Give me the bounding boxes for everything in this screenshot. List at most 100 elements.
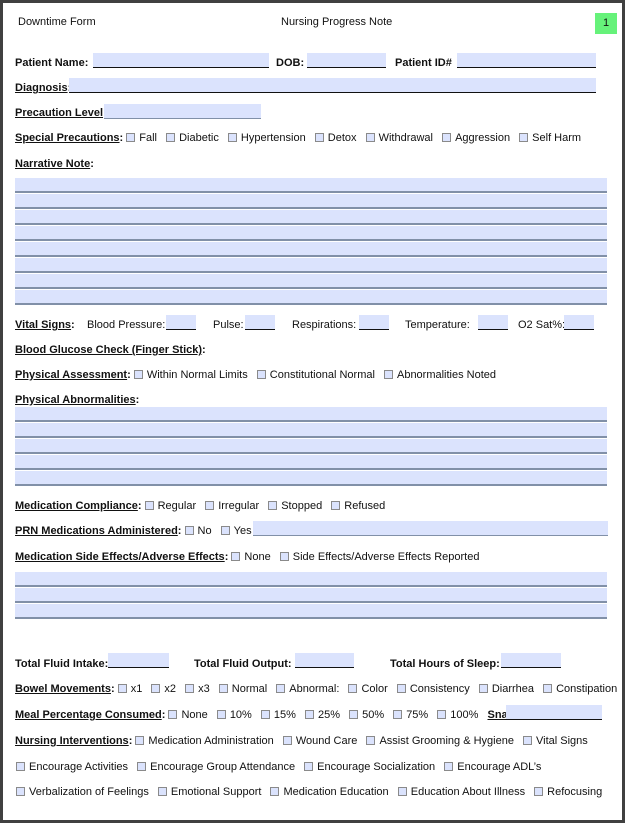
checkbox-icon[interactable] <box>396 684 406 693</box>
option-abnormal[interactable]: Abnormal: <box>276 683 339 695</box>
option-withdrawal[interactable]: Withdrawal <box>365 132 433 144</box>
option-stopped[interactable]: Stopped <box>268 500 322 512</box>
option-meal-100[interactable]: 100% <box>437 709 478 721</box>
side-effects-line-3[interactable] <box>15 604 607 619</box>
option-refocusing[interactable]: Refocusing <box>534 786 602 798</box>
diagnosis-field[interactable] <box>69 78 596 93</box>
checkbox-icon[interactable] <box>117 684 127 693</box>
option-assist-grooming[interactable]: Assist Grooming & Hygiene <box>366 735 514 747</box>
option-irregular[interactable]: Irregular <box>205 500 259 512</box>
option-regular[interactable]: Regular <box>144 500 196 512</box>
patient-name-field[interactable] <box>93 53 269 68</box>
hours-sleep-field[interactable] <box>501 653 561 668</box>
narrative-line-8[interactable] <box>15 290 607 305</box>
checkbox-icon[interactable] <box>126 133 136 142</box>
checkbox-icon[interactable] <box>397 787 407 796</box>
option-within-normal-limits[interactable]: Within Normal Limits <box>133 369 248 381</box>
narrative-line-2[interactable] <box>15 194 607 209</box>
option-refused[interactable]: Refused <box>331 500 385 512</box>
checkbox-icon[interactable] <box>16 762 25 771</box>
checkbox-icon[interactable] <box>314 133 324 142</box>
narrative-line-3[interactable] <box>15 210 607 225</box>
option-hypertension[interactable]: Hypertension <box>227 132 306 144</box>
option-diabetic[interactable]: Diabetic <box>166 132 219 144</box>
checkbox-icon[interactable] <box>543 684 553 693</box>
option-meal-25[interactable]: 25% <box>305 709 340 721</box>
option-self-harm[interactable]: Self Harm <box>519 132 581 144</box>
option-constipation[interactable]: Constipation <box>543 683 617 695</box>
option-constitutional-normal[interactable]: Constitutional Normal <box>256 369 375 381</box>
abnormalities-line-4[interactable] <box>15 455 607 470</box>
option-meal-50[interactable]: 50% <box>349 709 384 721</box>
option-meal-none[interactable]: None <box>168 709 208 721</box>
option-medication-education[interactable]: Medication Education <box>270 786 389 798</box>
abnormalities-line-3[interactable] <box>15 439 607 454</box>
temperature-field[interactable] <box>478 315 508 330</box>
checkbox-icon[interactable] <box>16 787 25 796</box>
option-no[interactable]: No <box>184 525 212 537</box>
blood-pressure-field[interactable] <box>166 315 196 330</box>
option-verbalization-of-feelings[interactable]: Verbalization of Feelings <box>16 786 149 798</box>
respirations-field[interactable] <box>359 315 389 330</box>
snacks-field[interactable] <box>506 705 602 720</box>
checkbox-icon[interactable] <box>218 684 228 693</box>
option-education-about-illness[interactable]: Education About Illness <box>397 786 525 798</box>
fluid-output-field[interactable] <box>295 653 354 668</box>
checkbox-icon[interactable] <box>227 133 237 142</box>
narrative-line-1[interactable] <box>15 178 607 193</box>
option-fall[interactable]: Fall <box>126 132 157 144</box>
narrative-line-6[interactable] <box>15 258 607 273</box>
checkbox-icon[interactable] <box>444 762 454 771</box>
option-meal-15[interactable]: 15% <box>260 709 296 721</box>
option-side-effects-reported[interactable]: Side Effects/Adverse Effects Reported <box>279 551 479 563</box>
checkbox-icon[interactable] <box>349 710 359 719</box>
checkbox-icon[interactable] <box>256 370 266 379</box>
checkbox-icon[interactable] <box>348 684 358 693</box>
o2-sat-field[interactable] <box>564 315 594 330</box>
option-encourage-socialization[interactable]: Encourage Socialization <box>304 761 435 773</box>
narrative-line-7[interactable] <box>15 274 607 289</box>
option-x3[interactable]: x3 <box>185 683 210 695</box>
precaution-level-field[interactable] <box>104 104 261 119</box>
option-x2[interactable]: x2 <box>151 683 176 695</box>
abnormalities-line-2[interactable] <box>15 423 607 438</box>
option-detox[interactable]: Detox <box>314 132 357 144</box>
checkbox-icon[interactable] <box>383 370 393 379</box>
option-vital-signs[interactable]: Vital Signs <box>523 735 588 747</box>
checkbox-icon[interactable] <box>157 787 167 796</box>
checkbox-icon[interactable] <box>437 710 447 719</box>
side-effects-line-1[interactable] <box>15 572 607 587</box>
checkbox-icon[interactable] <box>534 787 544 796</box>
patient-id-field[interactable] <box>457 53 596 68</box>
checkbox-icon[interactable] <box>166 133 176 142</box>
option-none[interactable]: None <box>231 551 271 563</box>
checkbox-icon[interactable] <box>135 736 145 745</box>
option-medication-administration[interactable]: Medication Administration <box>135 735 274 747</box>
checkbox-icon[interactable] <box>133 370 143 379</box>
option-yes[interactable]: Yes <box>220 525 252 537</box>
checkbox-icon[interactable] <box>184 526 194 535</box>
checkbox-icon[interactable] <box>260 710 270 719</box>
checkbox-icon[interactable] <box>478 684 488 693</box>
option-x1[interactable]: x1 <box>117 683 142 695</box>
checkbox-icon[interactable] <box>442 133 452 142</box>
prn-medications-field[interactable] <box>253 521 608 536</box>
option-encourage-adls[interactable]: Encourage ADL’s <box>444 761 541 773</box>
checkbox-icon[interactable] <box>144 501 154 510</box>
option-emotional-support[interactable]: Emotional Support <box>157 786 261 798</box>
checkbox-icon[interactable] <box>304 762 314 771</box>
checkbox-icon[interactable] <box>151 684 161 693</box>
checkbox-icon[interactable] <box>331 501 341 510</box>
checkbox-icon[interactable] <box>270 787 280 796</box>
option-wound-care[interactable]: Wound Care <box>282 735 357 747</box>
pulse-field[interactable] <box>245 315 275 330</box>
narrative-line-5[interactable] <box>15 242 607 257</box>
option-diarrhea[interactable]: Diarrhea <box>478 683 534 695</box>
checkbox-icon[interactable] <box>205 501 215 510</box>
checkbox-icon[interactable] <box>366 736 376 745</box>
checkbox-icon[interactable] <box>523 736 533 745</box>
checkbox-icon[interactable] <box>185 684 195 693</box>
checkbox-icon[interactable] <box>393 710 403 719</box>
option-color[interactable]: Color <box>348 683 388 695</box>
checkbox-icon[interactable] <box>220 526 230 535</box>
